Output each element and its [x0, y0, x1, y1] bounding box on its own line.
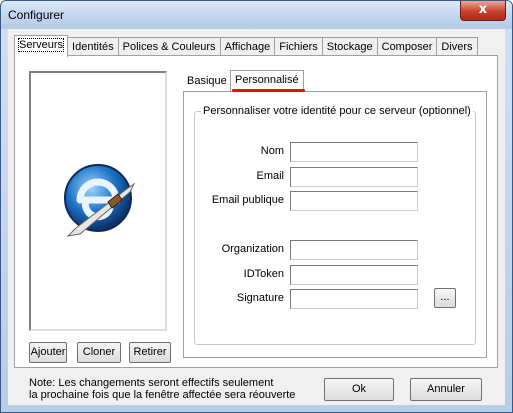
- retirer-button[interactable]: Retirer: [129, 342, 171, 363]
- close-icon: x: [478, 2, 488, 17]
- restart-note: Note: Les changements seront effectifs s…: [29, 377, 295, 401]
- ok-button[interactable]: Ok: [324, 378, 394, 401]
- subtab-basique[interactable]: Basique: [183, 72, 231, 90]
- email-publique-label: Email publique: [211, 194, 284, 206]
- email-publique-field[interactable]: [290, 191, 418, 211]
- organization-field[interactable]: [290, 240, 418, 260]
- tab-affichage[interactable]: Affichage: [219, 37, 276, 57]
- tab-identites[interactable]: Identités: [67, 37, 119, 57]
- tab-divers[interactable]: Divers: [436, 37, 478, 57]
- server-list-box[interactable]: [29, 71, 167, 331]
- idtoken-field[interactable]: [290, 265, 418, 285]
- tab-stockage[interactable]: Stockage: [321, 37, 378, 57]
- main-tabs: Serveurs Identités Polices & Couleurs Af…: [14, 35, 478, 57]
- tab-composer[interactable]: Composer: [376, 37, 438, 57]
- ajouter-button[interactable]: Ajouter: [29, 342, 67, 363]
- email-field[interactable]: [290, 167, 418, 187]
- annuler-button[interactable]: Annuler: [410, 378, 482, 401]
- close-button[interactable]: x: [460, 1, 506, 21]
- signature-label: Signature: [236, 292, 284, 304]
- highlight-underline: [232, 89, 305, 92]
- subtab-personnalise[interactable]: Personnalisé: [230, 70, 304, 91]
- nom-field[interactable]: [290, 142, 418, 162]
- tab-fichiers[interactable]: Fichiers: [274, 37, 323, 57]
- signature-field[interactable]: [290, 289, 418, 309]
- window-title: Configurer: [8, 8, 65, 22]
- email-label: Email: [256, 170, 284, 182]
- idtoken-label: IDToken: [243, 268, 284, 280]
- note-line-2: la prochaine fois que la fenêtre affecté…: [29, 389, 296, 401]
- tab-polices-couleurs[interactable]: Polices & Couleurs: [117, 37, 221, 57]
- nom-label: Nom: [260, 145, 284, 157]
- browse-signature-button[interactable]: ...: [434, 288, 456, 308]
- tab-serveurs[interactable]: Serveurs: [14, 35, 69, 57]
- configurer-window: Configurer x Serveurs Identités Polices …: [0, 0, 513, 413]
- cloner-button[interactable]: Cloner: [77, 342, 121, 363]
- organization-label: Organization: [221, 243, 284, 255]
- note-line-1: Note: Les changements seront effectifs s…: [29, 377, 274, 389]
- groupbox-title: Personnaliser votre identité pour ce ser…: [201, 105, 473, 117]
- title-bar[interactable]: Configurer x: [1, 1, 512, 29]
- server-logo-icon: [64, 164, 136, 237]
